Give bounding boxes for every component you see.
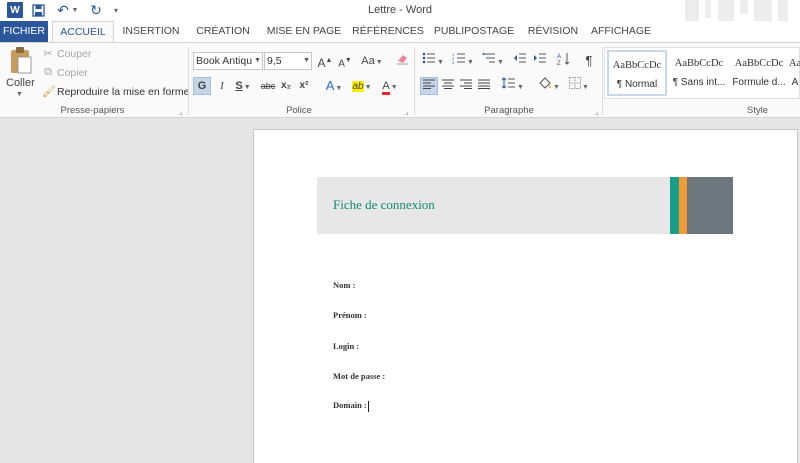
document-page[interactable]: Fiche de connexion Nom : Prénom : Login … xyxy=(253,129,798,463)
field-label-prenom: Prénom : xyxy=(333,310,367,320)
style-next[interactable]: AaBbCcDc A xyxy=(789,50,800,96)
tab-creation[interactable]: CRÉATION xyxy=(190,21,256,42)
justify-icon[interactable] xyxy=(476,77,492,95)
document-title: Fiche de connexion xyxy=(333,197,435,212)
stripe-teal xyxy=(670,177,679,234)
title-bar: W ↶ ▼ ↻ ▾ Lettre - Word xyxy=(0,0,800,30)
numbering-button[interactable]: 1 2 3 ▼ xyxy=(450,52,476,70)
font-launcher-icon[interactable]: ⌟ xyxy=(405,107,409,116)
tab-references[interactable]: RÉFÉRENCES xyxy=(352,21,424,42)
bullets-button[interactable]: ▼ xyxy=(420,52,446,70)
document-area: Fiche de connexion Nom : Prénom : Login … xyxy=(0,119,800,463)
grow-font-button[interactable]: A▲ xyxy=(317,52,333,70)
multilevel-list-button[interactable]: ▼ xyxy=(480,52,506,70)
stripe-orange xyxy=(679,177,687,234)
show-formatting-marks-button[interactable]: ¶ xyxy=(582,52,596,70)
decrease-indent-icon[interactable] xyxy=(512,52,528,70)
copy-button[interactable]: ⧉ Copier xyxy=(42,66,88,79)
group-divider xyxy=(602,47,603,115)
superscript-button[interactable]: x² xyxy=(297,77,311,95)
subscript-button[interactable]: x₂ xyxy=(279,77,293,95)
borders-button[interactable]: ▼ xyxy=(566,77,592,95)
font-color-button[interactable]: A▼ xyxy=(378,77,402,95)
tab-accueil[interactable]: ACCUEIL xyxy=(52,21,114,43)
style-no-spacing[interactable]: AaBbCcDc ¶ Sans int... xyxy=(669,50,729,96)
highlight-color-button[interactable]: ab▼ xyxy=(349,77,375,95)
tab-fichier[interactable]: FICHIER xyxy=(0,21,48,42)
sort-icon[interactable]: AZ xyxy=(556,52,572,70)
svg-text:A: A xyxy=(557,54,561,60)
style-normal[interactable]: AaBbCcDc ¶ Normal xyxy=(607,50,667,96)
strikethrough-button[interactable]: abc xyxy=(258,77,278,95)
tab-mise-en-page[interactable]: MISE EN PAGE xyxy=(264,21,344,42)
paragraph-group-label: Paragraphe xyxy=(484,105,534,116)
field-label-login: Login : xyxy=(333,341,360,351)
align-center-icon[interactable] xyxy=(440,77,456,95)
tab-affichage[interactable]: AFFICHAGE xyxy=(590,21,652,42)
field-label-password: Mot de passe : xyxy=(333,371,386,381)
font-size-combo[interactable]: 9,5 ▼ xyxy=(264,52,312,70)
header-banner: Fiche de connexion xyxy=(317,177,733,234)
format-painter-button[interactable]: 🖌 Reproduire la mise en forme xyxy=(42,85,189,99)
shrink-font-button[interactable]: A▼ xyxy=(337,52,353,70)
bullets-icon xyxy=(422,52,436,64)
multilevel-list-icon xyxy=(482,53,496,63)
text-effects-button[interactable]: A▼ xyxy=(322,77,346,95)
shading-button[interactable]: ▼ xyxy=(536,77,562,95)
svg-text:3: 3 xyxy=(452,60,455,64)
font-name-combo[interactable]: Book Antiqu ▼ xyxy=(193,52,263,70)
scissors-icon: ✂ xyxy=(43,48,53,60)
paintbrush-icon: 🖌 xyxy=(42,86,56,98)
text-cursor xyxy=(367,400,369,412)
paint-bucket-icon xyxy=(539,77,551,89)
clipboard-group-label: Presse-papiers xyxy=(60,105,125,116)
field-label-domain: Domain : xyxy=(333,400,369,412)
style-formule[interactable]: AaBbCcDc Formule d... xyxy=(729,50,789,96)
change-case-button[interactable]: Aa▼ xyxy=(360,52,384,70)
tab-insertion[interactable]: INSERTION xyxy=(118,21,184,42)
borders-icon xyxy=(569,77,582,89)
align-right-icon[interactable] xyxy=(458,77,474,95)
increase-indent-icon[interactable] xyxy=(532,52,548,70)
svg-text:Z: Z xyxy=(557,61,561,65)
italic-button[interactable]: I xyxy=(215,77,229,95)
ribbon: Coller ▼ ✂ Couper ⧉ Copier 🖌 Reproduire … xyxy=(0,42,800,118)
ribbon-tabs: FICHIER ACCUEIL INSERTION CRÉATION MISE … xyxy=(0,21,800,43)
cut-button[interactable]: ✂ Couper xyxy=(42,47,91,61)
paste-button[interactable]: Coller xyxy=(6,77,35,89)
tab-revision[interactable]: RÉVISION xyxy=(524,21,582,42)
styles-gallery: AaBbCcDc ¶ Normal AaBbCcDc ¶ Sans int...… xyxy=(604,47,800,99)
clear-formatting-icon[interactable] xyxy=(394,52,410,70)
bold-button[interactable]: G xyxy=(193,77,211,95)
copy-icon: ⧉ xyxy=(44,66,52,78)
clipboard-launcher-icon[interactable]: ⌟ xyxy=(179,107,183,116)
paragraph-launcher-icon[interactable]: ⌟ xyxy=(595,107,599,116)
styles-group-label: Style xyxy=(746,105,768,116)
chevron-down-icon: ▼ xyxy=(303,57,310,64)
chevron-down-icon: ▼ xyxy=(254,57,261,64)
underline-button[interactable]: S▼ xyxy=(233,77,253,95)
paste-dropdown-icon[interactable]: ▼ xyxy=(16,91,23,98)
align-left-icon[interactable] xyxy=(420,77,438,95)
paste-icon[interactable] xyxy=(9,47,33,75)
tab-publipostage[interactable]: PUBLIPOSTAGE xyxy=(432,21,516,42)
field-label-nom: Nom : xyxy=(333,280,356,290)
stripe-gray xyxy=(687,177,733,234)
line-spacing-button[interactable]: ▼ xyxy=(500,77,526,95)
line-spacing-icon xyxy=(501,77,516,89)
numbering-icon: 123 xyxy=(452,52,466,65)
font-group-label: Police xyxy=(286,105,312,116)
group-divider xyxy=(188,47,189,115)
